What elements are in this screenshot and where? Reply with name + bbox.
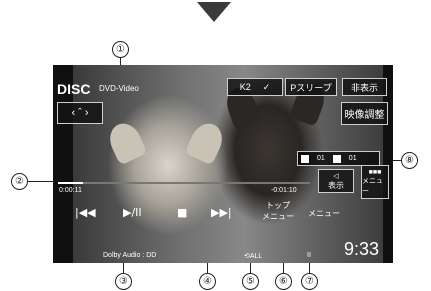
- stop-icon[interactable]: ■: [177, 206, 187, 219]
- progress-bar[interactable]: [58, 182, 310, 184]
- k2-button[interactable]: K2 ✓: [227, 78, 283, 96]
- callout-1: ①: [112, 41, 129, 58]
- chapter-icon: [332, 154, 341, 163]
- callout-6: ⑥: [275, 273, 292, 290]
- disc-label: DISC: [57, 81, 91, 97]
- callout-8: ⑧: [401, 152, 418, 169]
- callout-2: ②: [11, 173, 28, 190]
- chapter-info-box: 01 01: [297, 151, 380, 166]
- left-triangle-icon: ◁: [333, 172, 339, 180]
- menu-right-button[interactable]: ■■■ メニュー: [361, 165, 389, 199]
- hide-button[interactable]: 非表示: [342, 78, 387, 96]
- audio-format: Dolby Audio : DD: [103, 252, 157, 259]
- grid-icon: ■■■: [368, 168, 382, 176]
- title-icon: [301, 154, 309, 163]
- direction-pad-button[interactable]: ‹ ˆ ›: [57, 102, 103, 124]
- check-icon: ✓: [262, 81, 271, 92]
- direction-arrows-icon: ‹ ˆ ›: [71, 107, 89, 119]
- play-pause-icon[interactable]: ▶/II: [123, 206, 142, 219]
- menu-button[interactable]: メニュー: [307, 204, 341, 222]
- skip-forward-icon[interactable]: ▶▶|: [211, 206, 232, 219]
- remaining-time: -0:01:10: [271, 187, 297, 194]
- p-sleep-button[interactable]: Pスリープ: [285, 78, 337, 96]
- skip-back-icon[interactable]: |◀◀: [75, 206, 96, 219]
- clock: 9:33: [344, 239, 380, 259]
- callout-5: ⑤: [242, 273, 259, 290]
- callout-4: ④: [199, 273, 216, 290]
- source-label: DVD-Video: [99, 84, 139, 93]
- navi-screen: DISC DVD-Video K2 ✓ Pスリープ 非表示 ‹ ˆ › 映像調整…: [53, 65, 393, 263]
- pause-indicator: II: [307, 252, 311, 259]
- display-button[interactable]: ◁ 表示: [318, 169, 354, 193]
- top-menu-button[interactable]: トップ メニュー: [258, 197, 298, 225]
- progress-fill: [58, 182, 84, 184]
- repeat-status: ⟲ALL: [244, 253, 263, 260]
- callout-3: ③: [115, 273, 132, 290]
- down-arrow-icon: [197, 2, 231, 22]
- picture-adjust-button[interactable]: 映像調整: [341, 102, 388, 125]
- callout-7: ⑦: [301, 273, 318, 290]
- elapsed-time: 0:00:11: [59, 187, 82, 194]
